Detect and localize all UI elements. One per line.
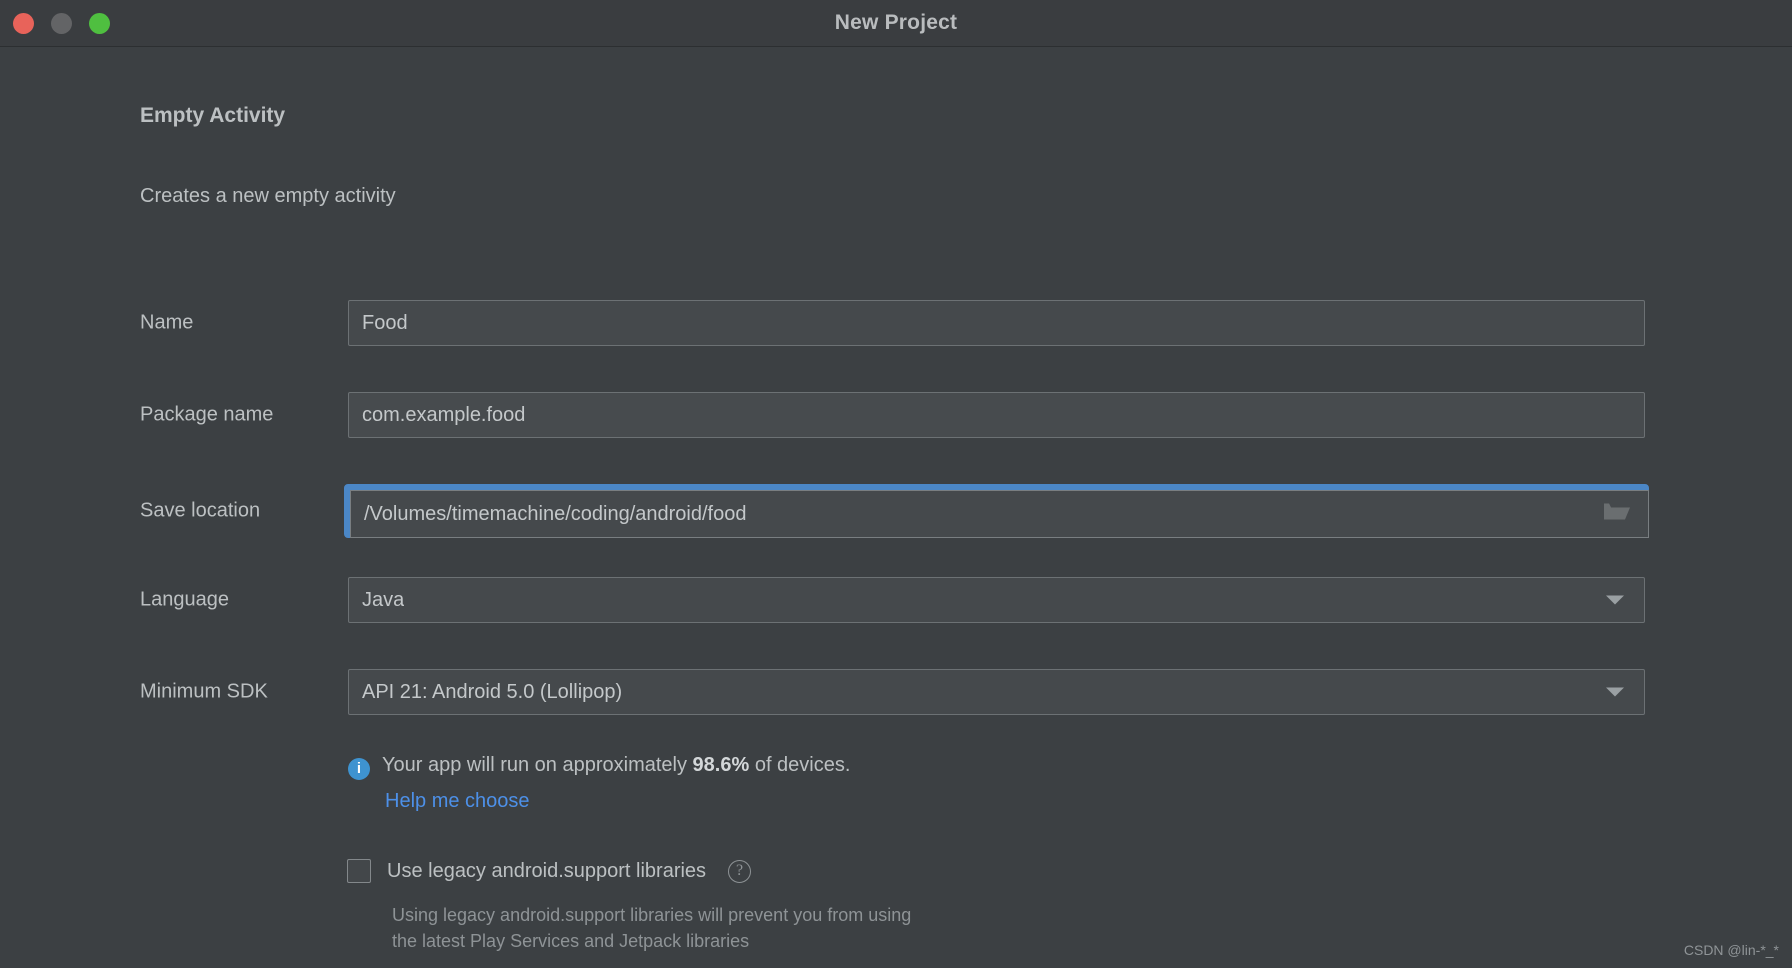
help-me-choose-link[interactable]: Help me choose <box>385 790 530 813</box>
minimum-sdk-select-value: API 21: Android 5.0 (Lollipop) <box>362 680 623 703</box>
device-coverage-info: i Your app will run on approximately 98.… <box>348 754 850 780</box>
chevron-down-icon[interactable] <box>1606 595 1624 605</box>
form-row-language: Language Java <box>0 577 1792 623</box>
close-window-button[interactable] <box>13 13 34 34</box>
form-row-package-name: Package name com.example.food <box>0 392 1792 438</box>
page-description: Creates a new empty activity <box>140 185 396 207</box>
minimum-sdk-select[interactable]: API 21: Android 5.0 (Lollipop) <box>348 669 1645 715</box>
legacy-libraries-checkbox[interactable] <box>347 859 371 883</box>
save-location-input-value: /Volumes/timemachine/coding/android/food <box>364 502 747 525</box>
legacy-libraries-hint-line2: the latest Play Services and Jetpack lib… <box>392 931 750 951</box>
window-titlebar: New Project <box>0 0 1792 47</box>
package-name-input[interactable]: com.example.food <box>348 392 1645 438</box>
legacy-libraries-row: Use legacy android.support libraries ? <box>347 859 752 883</box>
form-row-name: Name Food <box>0 300 1792 346</box>
save-location-input[interactable]: /Volumes/timemachine/coding/android/food <box>344 484 1649 538</box>
language-label: Language <box>140 588 229 611</box>
name-label: Name <box>140 311 194 334</box>
chevron-down-icon[interactable] <box>1606 687 1624 697</box>
device-coverage-text: Your app will run on approximately 98.6%… <box>382 754 850 777</box>
legacy-libraries-label[interactable]: Use legacy android.support libraries <box>387 860 706 883</box>
help-question-icon[interactable]: ? <box>728 859 752 883</box>
form-row-save-location: Save location /Volumes/timemachine/codin… <box>0 484 1792 538</box>
save-location-label: Save location <box>140 499 261 522</box>
package-name-input-value: com.example.food <box>362 403 526 426</box>
device-coverage-percent: 98.6% <box>692 754 750 776</box>
language-select-value: Java <box>362 588 405 611</box>
language-select[interactable]: Java <box>348 577 1645 623</box>
name-input[interactable]: Food <box>348 300 1645 346</box>
form-row-minimum-sdk: Minimum SDK API 21: Android 5.0 (Lollipo… <box>0 669 1792 715</box>
name-input-value: Food <box>362 311 408 334</box>
watermark: CSDN @lin-*_* <box>1683 942 1779 958</box>
browse-folder-icon[interactable] <box>1603 501 1631 528</box>
dialog-content: Empty Activity Creates a new empty activ… <box>0 47 1792 968</box>
zoom-window-button[interactable] <box>89 13 110 34</box>
page-title: Empty Activity <box>140 104 286 127</box>
minimize-window-button[interactable] <box>51 13 72 34</box>
traffic-lights <box>13 13 110 34</box>
save-location-input-inner: /Volumes/timemachine/coding/android/food <box>350 490 1649 538</box>
info-icon: i <box>348 758 370 780</box>
legacy-libraries-hint-line1: Using legacy android.support libraries w… <box>392 905 912 925</box>
legacy-libraries-hint: Using legacy android.support libraries w… <box>392 902 911 954</box>
minimum-sdk-label: Minimum SDK <box>140 680 268 703</box>
device-coverage-text-before: Your app will run on approximately <box>382 754 693 776</box>
device-coverage-text-after: of devices. <box>749 754 851 776</box>
window-title: New Project <box>834 11 958 34</box>
package-name-label: Package name <box>140 403 274 426</box>
